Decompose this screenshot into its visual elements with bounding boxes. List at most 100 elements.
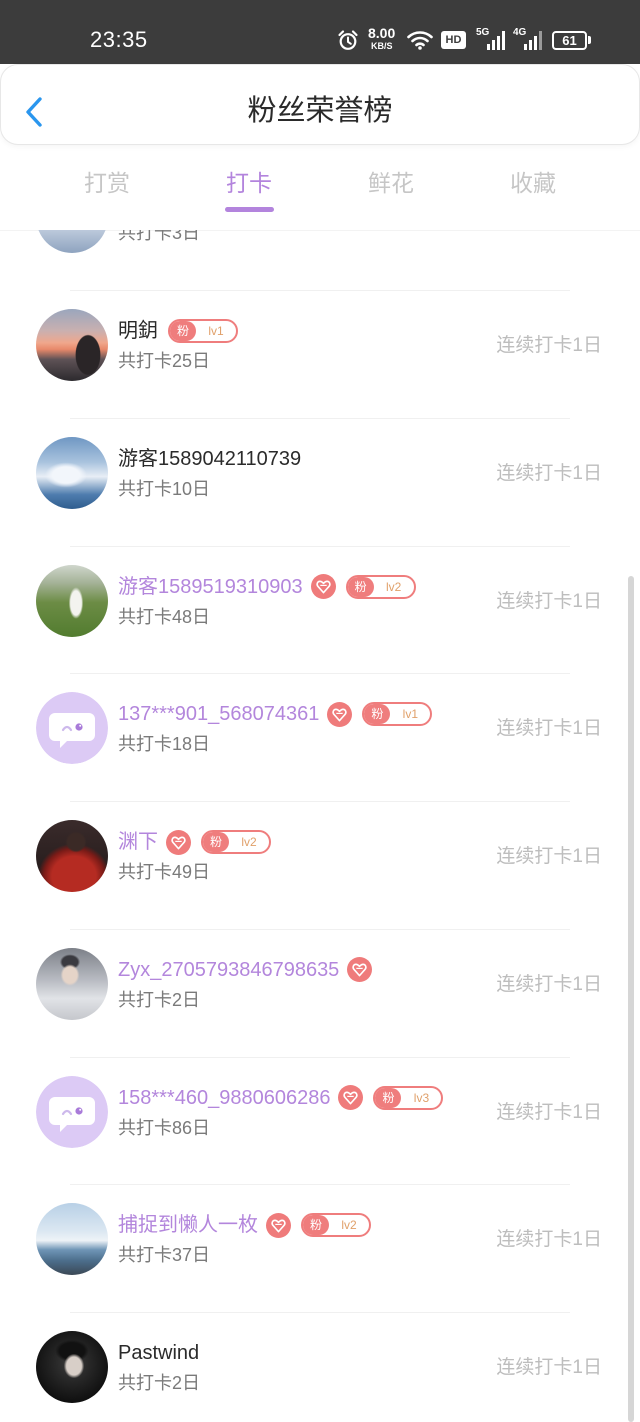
gem-heart-badge-icon [310, 574, 336, 599]
fan-level-badge: 粉 lv2 [201, 830, 271, 854]
user-name: 游客1589519310903 [118, 575, 303, 598]
wifi-icon [407, 30, 433, 50]
divider [70, 1184, 570, 1186]
divider [70, 290, 570, 291]
fan-level-badge: 粉 lv2 [345, 574, 416, 599]
total-checkin-count: 共打卡10日 [118, 478, 211, 499]
tab-favorites[interactable]: 收藏 [462, 160, 604, 214]
avatar[interactable] [36, 692, 108, 765]
list-item[interactable]: 捕捉到懒人一枚 粉 lv2 共打卡37日 连续打卡1日 [0, 1184, 640, 1312]
avatar[interactable] [36, 1331, 108, 1403]
avatar[interactable] [36, 436, 108, 509]
name-line: Pastwind [118, 1340, 199, 1366]
avatar[interactable] [36, 1075, 108, 1148]
list-item[interactable]: 游客1589042110739 共打卡10日 连续打卡1日 [0, 417, 640, 546]
divider [70, 1312, 570, 1313]
tab-label: 收藏 [510, 170, 556, 196]
list-item[interactable]: 渊下 粉 lv2 共打卡49日 连续打卡1日 [0, 801, 640, 929]
fan-badge-level: lv1 [208, 324, 224, 338]
fan-level-badge: 粉 lv3 [373, 1085, 444, 1110]
tab-label: 鲜花 [368, 170, 414, 196]
status-bar: 23:35 8.00 KB/S HD 5G 4G 61 [0, 0, 640, 64]
fan-badge-label: 粉 [203, 832, 229, 852]
divider [70, 673, 570, 675]
gem-heart-badge-icon [166, 829, 191, 855]
user-name: 渊下 [118, 831, 158, 853]
divider [70, 1056, 570, 1058]
default-avatar-icon [36, 1075, 108, 1148]
fan-badge-level: lv1 [402, 707, 418, 722]
page-title: 粉丝荣誉榜 [247, 95, 393, 127]
fan-badge-label: 粉 [347, 576, 374, 597]
name-line: 158***460_9880606286 粉 lv3 [118, 1085, 444, 1111]
avatar[interactable] [36, 947, 108, 1020]
tab-bar: 打赏 打卡 鲜花 收藏 [36, 160, 604, 214]
scrollbar-thumb[interactable] [628, 576, 634, 1422]
default-avatar-icon [36, 692, 108, 765]
list-item[interactable]: Pastwind 共打卡2日 连续打卡1日 [0, 1312, 640, 1422]
fan-badge-level: lv2 [385, 579, 402, 594]
streak-checkin-count: 连续打卡1日 [496, 590, 602, 612]
user-name: 137***901_568074361 [118, 703, 320, 726]
total-checkin-count: 共打卡2日 [118, 989, 201, 1010]
gem-heart-badge-icon [338, 1085, 364, 1110]
fan-badge-label: 粉 [170, 321, 196, 341]
list-item[interactable]: Zyx_2705793846798635 共打卡2日 连续打卡1日 [0, 928, 640, 1057]
fan-badge-label: 粉 [364, 704, 391, 725]
fan-badge-level: lv2 [341, 1218, 357, 1233]
streak-checkin-count: 连续打卡1日 [496, 718, 602, 740]
streak-checkin-count: 连续打卡1日 [496, 462, 602, 484]
user-name: 游客1589042110739 [118, 447, 302, 470]
divider [70, 417, 570, 419]
streak-checkin-count: 连续打卡1日 [496, 846, 602, 867]
gem-heart-badge-icon [327, 701, 353, 727]
total-checkin-count: 共打卡2日 [118, 1373, 201, 1393]
list-item[interactable]: 137***901_568074361 粉 lv1 共打卡18日 连续打卡1日 [0, 673, 640, 801]
streak-checkin-count: 连续打卡1日 [496, 1229, 602, 1251]
user-name: 158***460_9880606286 [118, 1086, 331, 1109]
total-checkin-count: 共打卡37日 [118, 1245, 211, 1266]
tab-label: 打赏 [84, 170, 130, 196]
total-checkin-count: 共打卡25日 [118, 351, 211, 371]
divider [70, 545, 570, 547]
avatar[interactable] [36, 1203, 108, 1276]
list-item[interactable]: 共打卡3日 [0, 230, 640, 290]
fan-badge-label: 粉 [303, 1215, 329, 1236]
tab-reward[interactable]: 打赏 [36, 160, 178, 214]
net-speed-unit: KB/S [371, 41, 393, 51]
list-item[interactable]: 158***460_9880606286 粉 lv3 共打卡86日 连续打卡1日 [0, 1056, 640, 1185]
name-line: Zyx_2705793846798635 [118, 957, 373, 983]
streak-checkin-count: 连续打卡1日 [496, 973, 602, 995]
name-line: 捕捉到懒人一枚 粉 lv2 [118, 1212, 371, 1238]
name-line: 游客1589042110739 [118, 446, 301, 472]
total-checkin-count: 共打卡86日 [118, 1117, 211, 1138]
header: 粉丝荣誉榜 [0, 64, 640, 145]
fan-badge-level: lv3 [413, 1090, 430, 1105]
avatar[interactable] [36, 309, 108, 381]
avatar[interactable] [36, 564, 108, 637]
divider [70, 928, 570, 930]
signal-bars-icon [487, 31, 505, 50]
list-item[interactable]: 明鈅 粉 lv1 共打卡25日 连续打卡1日 [0, 290, 640, 418]
avatar[interactable] [36, 820, 108, 892]
tab-flowers[interactable]: 鲜花 [320, 160, 462, 214]
avatar[interactable] [36, 230, 108, 254]
fan-level-badge: 粉 lv2 [301, 1213, 371, 1238]
gem-heart-badge-icon [347, 957, 373, 983]
list-item[interactable]: 游客1589519310903 粉 lv2 共打卡48日 连续打卡1日 [0, 545, 640, 674]
alarm-icon [337, 29, 359, 51]
total-checkin-count: 共打卡3日 [118, 230, 201, 244]
total-checkin-count: 共打卡18日 [118, 734, 211, 755]
tab-checkin[interactable]: 打卡 [178, 160, 320, 214]
battery-level: 61 [562, 33, 577, 48]
gem-heart-badge-icon [266, 1212, 291, 1238]
name-line: 渊下 粉 lv2 [118, 829, 271, 855]
status-time: 23:35 [90, 27, 148, 52]
name-line: 137***901_568074361 粉 lv1 [118, 701, 433, 727]
fan-ranking-list[interactable]: 共打卡3日 明鈅 粉 lv1 共打卡25日 连续打卡1日 游客158904211… [0, 230, 640, 1422]
user-name: 明鈅 [118, 320, 158, 342]
fan-level-badge: 粉 lv1 [362, 702, 433, 727]
total-checkin-count: 共打卡48日 [118, 606, 211, 627]
divider [70, 801, 570, 802]
tab-label: 打卡 [226, 170, 272, 196]
